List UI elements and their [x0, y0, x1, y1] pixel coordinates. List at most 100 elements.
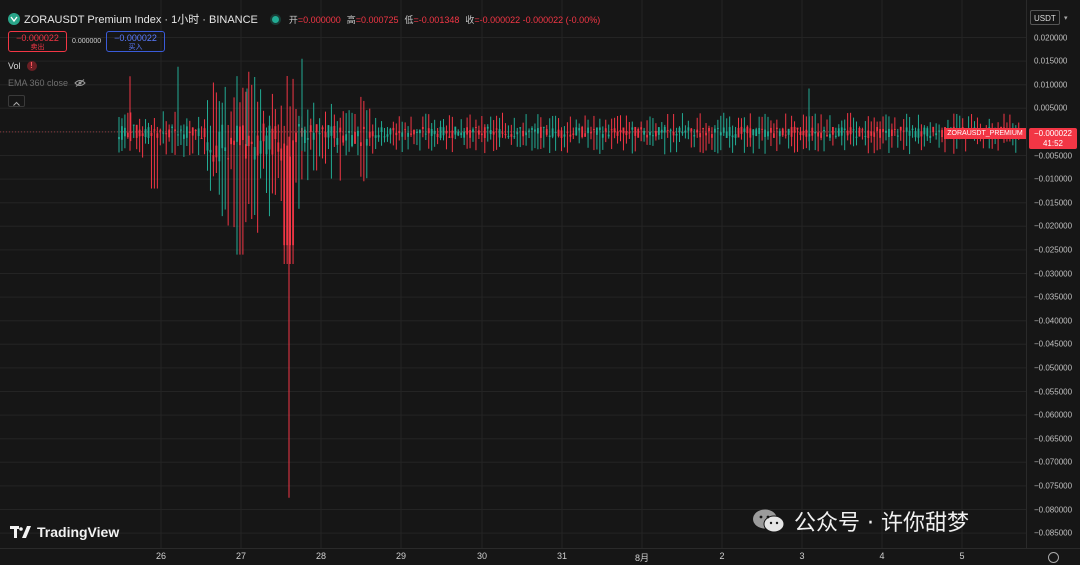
- price-tick-label: 0.005000: [1034, 103, 1068, 113]
- ema-indicator[interactable]: EMA 360 close: [8, 78, 86, 88]
- candle-body: [436, 133, 439, 137]
- candle-body: [303, 129, 306, 144]
- candle-body: [466, 127, 468, 135]
- candle-body: [478, 130, 480, 135]
- candle-body: [203, 128, 206, 138]
- candle-body: [820, 132, 822, 138]
- candle-body: [923, 127, 926, 135]
- candle-body: [416, 131, 418, 133]
- price-tick-label: −0.055000: [1034, 387, 1073, 396]
- candle-body: [796, 127, 799, 130]
- candle-body: [708, 128, 710, 132]
- candle-body: [351, 135, 353, 147]
- candle-body: [277, 142, 280, 152]
- chart-area[interactable]: [0, 0, 1026, 548]
- candle-body: [761, 128, 763, 130]
- candle-body: [643, 130, 645, 135]
- candle-body: [392, 127, 395, 131]
- collapse-legend-button[interactable]: [8, 95, 25, 107]
- candle-body: [846, 130, 849, 136]
- candle-body: [395, 132, 398, 136]
- candle-body: [472, 129, 474, 133]
- price-tick-label: −0.035000: [1034, 292, 1073, 302]
- candle-body: [330, 126, 333, 136]
- volume-indicator[interactable]: Vol !: [8, 61, 37, 71]
- buy-button[interactable]: −0.000022 买入: [106, 31, 165, 52]
- candle-body: [401, 132, 404, 137]
- candle-body: [159, 130, 162, 132]
- time-tick-label: 30: [476, 551, 488, 561]
- candle-body: [336, 138, 339, 145]
- candle-body: [905, 127, 908, 132]
- price-tick-label: −0.080000: [1034, 505, 1073, 514]
- candle-body: [557, 129, 560, 137]
- candle-body: [811, 127, 814, 136]
- candle-body: [168, 129, 171, 138]
- candle-body: [265, 135, 268, 155]
- candle-body: [684, 130, 687, 133]
- candle-body: [566, 131, 569, 133]
- candle-body: [259, 140, 262, 154]
- candle-body: [365, 139, 368, 146]
- candle-body: [711, 134, 713, 138]
- candle-body: [218, 131, 221, 162]
- candle-body: [879, 129, 881, 138]
- candle-body: [333, 125, 336, 139]
- candle-body: [719, 132, 722, 136]
- volume-label: Vol: [8, 61, 21, 71]
- currency-selector[interactable]: USDT: [1030, 10, 1060, 25]
- tradingview-logo[interactable]: TradingView: [10, 524, 119, 540]
- candle-body: [893, 128, 896, 130]
- candle-body: [714, 128, 716, 133]
- candle-body: [404, 129, 407, 131]
- candle-body: [209, 149, 212, 153]
- candle-body: [737, 127, 740, 138]
- price-tick-label: 0.020000: [1034, 33, 1068, 42]
- candle-body: [935, 133, 938, 136]
- warning-icon[interactable]: !: [26, 61, 37, 71]
- candle-body: [584, 133, 586, 137]
- candle-body: [342, 135, 345, 143]
- candle-body: [911, 128, 914, 131]
- candle-body: [126, 132, 129, 138]
- candle-body: [767, 131, 769, 137]
- candle-body: [389, 128, 392, 135]
- candle-body: [247, 135, 250, 147]
- candle-body: [652, 135, 654, 137]
- candle-body: [525, 132, 527, 136]
- candle-body: [244, 144, 247, 159]
- symbol-title[interactable]: ZORAUSDT Premium Index · 1小时 · BINANCE: [24, 11, 258, 27]
- candle-body: [657, 127, 660, 135]
- high-key: 高: [346, 14, 356, 25]
- candle-body: [256, 135, 259, 156]
- buy-price: −0.000022: [114, 33, 157, 43]
- candle-body: [339, 127, 342, 133]
- candle-body: [383, 136, 386, 138]
- candle-body: [849, 127, 852, 135]
- candle-body: [823, 129, 825, 132]
- candle-body: [250, 141, 253, 145]
- candle-body: [787, 128, 790, 135]
- candlestick-chart[interactable]: [0, 0, 1026, 548]
- candle-body: [519, 127, 522, 129]
- candle-body: [489, 130, 492, 135]
- candle-body: [891, 129, 893, 137]
- candle-body: [790, 127, 793, 137]
- candle-body: [634, 126, 637, 136]
- candle-body: [613, 128, 616, 133]
- candle-body: [876, 127, 879, 131]
- gear-icon[interactable]: [1048, 552, 1059, 563]
- price-tick-label: −0.020000: [1034, 221, 1073, 231]
- price-tick-label: −0.085000: [1034, 528, 1073, 538]
- candle-body: [817, 132, 820, 137]
- candle-body: [814, 131, 817, 134]
- sell-button[interactable]: −0.000022 卖出: [8, 31, 67, 52]
- candle-body: [510, 134, 513, 137]
- candle-body: [463, 131, 466, 138]
- candle-body: [867, 130, 870, 138]
- eye-hidden-icon[interactable]: [74, 79, 86, 87]
- chart-header: ZORAUSDT Premium Index · 1小时 · BINANCE 开…: [8, 11, 600, 27]
- candle-body: [622, 127, 625, 134]
- candle-body: [262, 123, 265, 142]
- candle-body: [539, 126, 542, 138]
